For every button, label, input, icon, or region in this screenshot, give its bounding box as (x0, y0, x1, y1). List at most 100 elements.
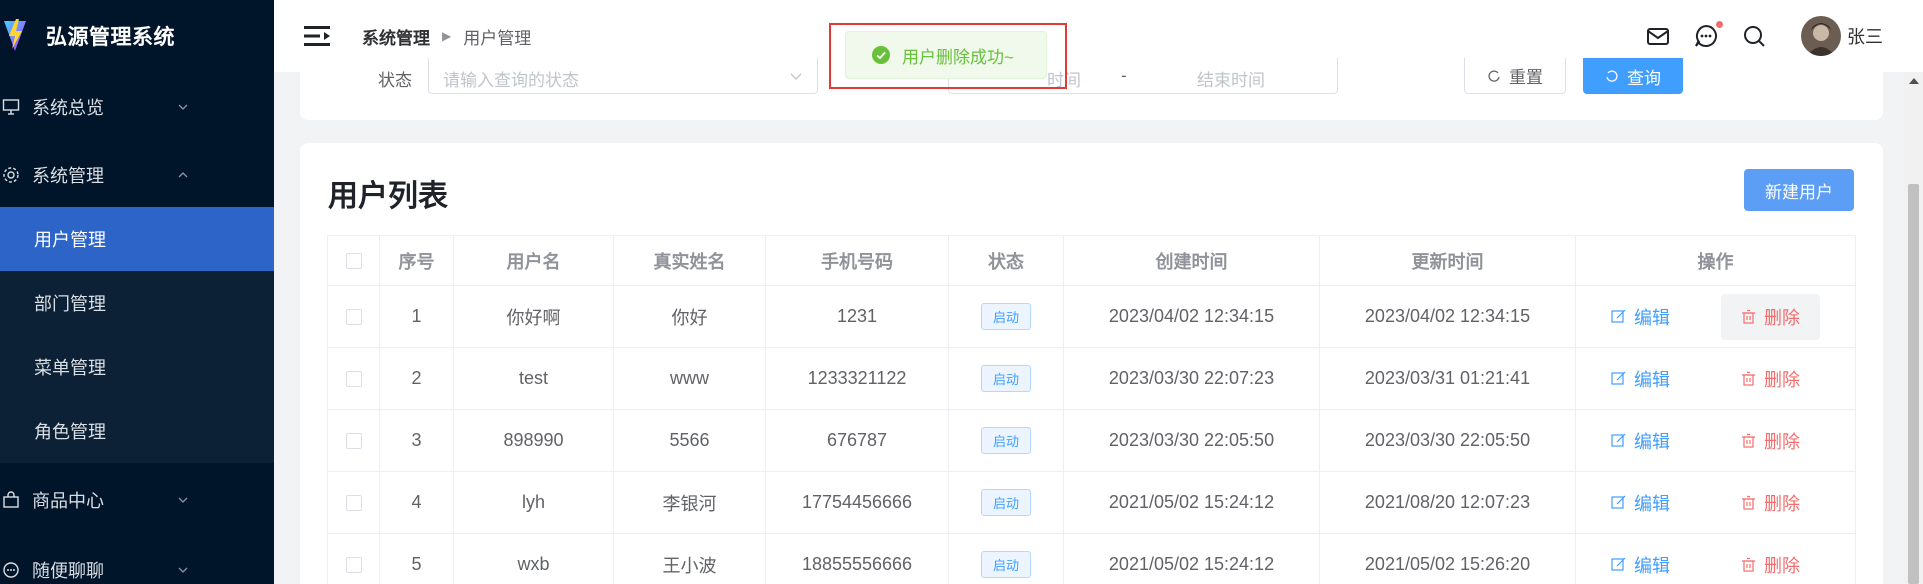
scrollbar-thumb[interactable] (1908, 184, 1919, 584)
cell-index: 4 (379, 471, 454, 534)
cell-index: 5 (379, 533, 454, 584)
sidebar-item-system[interactable]: 系统管理 (0, 150, 274, 200)
gear-icon (0, 164, 22, 186)
sidebar-item-products[interactable]: 商品中心 (0, 475, 274, 525)
table-row: 3 898990 5566 676787 启动 2023/03/30 22:05… (327, 409, 1856, 472)
edit-label: 编辑 (1633, 431, 1670, 452)
row-checkbox[interactable] (345, 495, 362, 512)
edit-icon (1611, 371, 1626, 385)
cell-created: 2021/05/02 15:24:12 (1063, 471, 1320, 534)
sidebar: 弘源管理系统 系统总览 系统管理 用户管理 部门管理 菜单管理 角色管理 商品中… (0, 0, 274, 584)
row-checkbox[interactable] (345, 309, 362, 326)
edit-button[interactable]: 编辑 (1611, 490, 1670, 516)
chevron-down-icon (178, 567, 188, 573)
avatar[interactable] (1801, 16, 1841, 56)
menu-fold-icon[interactable] (304, 24, 332, 48)
cell-username: lyh (453, 471, 614, 534)
edit-button[interactable]: 编辑 (1611, 428, 1670, 454)
column-header: 序号 (379, 235, 454, 286)
status-select[interactable]: 请输入查询的状态 (428, 58, 818, 94)
lightning-logo-icon (4, 19, 26, 51)
cell-phone: 1231 (765, 285, 949, 348)
refresh-icon (1488, 70, 1500, 82)
sidebar-item-users[interactable]: 用户管理 (0, 207, 274, 271)
cell-phone: 18855556666 (765, 533, 949, 584)
query-label: 查询 (1627, 68, 1661, 88)
status-label: 状态 (378, 71, 412, 90)
breadcrumb-item-current: 用户管理 (463, 28, 532, 48)
delete-button[interactable]: 删除 (1721, 293, 1820, 340)
edit-icon (1611, 495, 1626, 509)
brand: 弘源管理系统 (0, 0, 274, 72)
breadcrumb-separator-icon: ▶ (442, 29, 452, 43)
cell-realname: 李银河 (613, 471, 766, 534)
delete-button[interactable]: 删除 (1721, 480, 1820, 526)
notification-dot (1716, 21, 1723, 28)
cell-phone: 1233321122 (765, 347, 949, 410)
refresh-icon (1606, 70, 1618, 82)
trash-icon (1742, 433, 1755, 448)
row-checkbox[interactable] (345, 371, 362, 388)
query-button[interactable]: 查询 (1583, 58, 1683, 94)
sidebar-item-chat[interactable]: 随便聊聊 (0, 545, 274, 584)
cell-created: 2023/03/30 22:07:23 (1063, 347, 1320, 410)
new-user-button[interactable]: 新建用户 (1744, 169, 1854, 211)
end-date-placeholder: 结束时间 (1197, 71, 1265, 90)
delete-label: 删除 (1764, 369, 1800, 390)
delete-label: 删除 (1764, 555, 1800, 576)
scroll-up-arrow-icon[interactable] (1909, 78, 1919, 84)
success-toast: 用户删除成功~ (845, 31, 1047, 79)
breadcrumb-item[interactable]: 系统管理 (362, 24, 430, 49)
shopping-bag-icon (0, 489, 22, 511)
sidebar-item-overview[interactable]: 系统总览 (0, 82, 274, 132)
sidebar-item-label: 随便聊聊 (32, 561, 104, 581)
cell-updated: 2023/03/31 01:21:41 (1319, 347, 1576, 410)
username[interactable]: 张三 (1847, 23, 1883, 49)
search-icon[interactable] (1741, 23, 1767, 49)
row-checkbox[interactable] (345, 557, 362, 574)
reset-label: 重置 (1509, 68, 1543, 87)
cell-phone: 17754456666 (765, 471, 949, 534)
user-table: 序号 用户名 真实姓名 手机号码 状态 创建时间 更新时间 操作 1 你好啊 你… (327, 235, 1856, 584)
delete-button[interactable]: 删除 (1721, 356, 1820, 402)
edit-button[interactable]: 编辑 (1611, 552, 1670, 578)
cell-updated: 2023/03/30 22:05:50 (1319, 409, 1576, 472)
edit-button[interactable]: 编辑 (1611, 366, 1670, 392)
start-date-placeholder: 时间 (1047, 71, 1081, 90)
mail-icon[interactable] (1645, 23, 1671, 49)
cell-realname: 5566 (613, 409, 766, 472)
chevron-down-icon (790, 73, 802, 80)
chat-icon (0, 559, 22, 581)
page-scrollbar[interactable] (1904, 72, 1923, 584)
sidebar-item-menus[interactable]: 菜单管理 (0, 335, 274, 399)
sidebar-item-label: 系统管理 (32, 166, 104, 186)
range-separator: - (1121, 66, 1127, 85)
row-checkbox[interactable] (345, 433, 362, 450)
breadcrumb: 系统管理 ▶ 用户管理 (362, 24, 531, 49)
trash-icon (1742, 309, 1755, 324)
message-icon[interactable] (1693, 21, 1723, 49)
column-header: 更新时间 (1319, 235, 1576, 286)
cell-created: 2023/04/02 12:34:15 (1063, 285, 1320, 348)
check-circle-icon (872, 46, 890, 64)
sidebar-item-roles[interactable]: 角色管理 (0, 399, 274, 463)
table-header-row: 序号 用户名 真实姓名 手机号码 状态 创建时间 更新时间 操作 (327, 235, 1856, 286)
column-header: 真实姓名 (613, 235, 766, 286)
reset-button[interactable]: 重置 (1464, 58, 1566, 94)
delete-button[interactable]: 删除 (1721, 542, 1820, 584)
status-badge: 启动 (980, 427, 1031, 454)
status-badge: 启动 (980, 303, 1031, 330)
delete-button[interactable]: 删除 (1721, 418, 1820, 464)
user-table-card: 用户列表 新建用户 序号 用户名 真实姓名 手机号码 状态 创建时间 更新时间 … (300, 143, 1883, 584)
chevron-down-icon (178, 497, 188, 503)
sidebar-item-departments[interactable]: 部门管理 (0, 271, 274, 335)
cell-phone: 676787 (765, 409, 949, 472)
delete-label: 删除 (1764, 431, 1800, 452)
cell-updated: 2021/05/02 15:26:20 (1319, 533, 1576, 584)
select-all-checkbox[interactable] (345, 253, 362, 270)
chevron-up-icon (178, 172, 188, 178)
edit-button[interactable]: 编辑 (1611, 304, 1670, 330)
cell-index: 3 (379, 409, 454, 472)
status-badge: 启动 (980, 365, 1031, 392)
table-row: 2 test www 1233321122 启动 2023/03/30 22:0… (327, 347, 1856, 410)
